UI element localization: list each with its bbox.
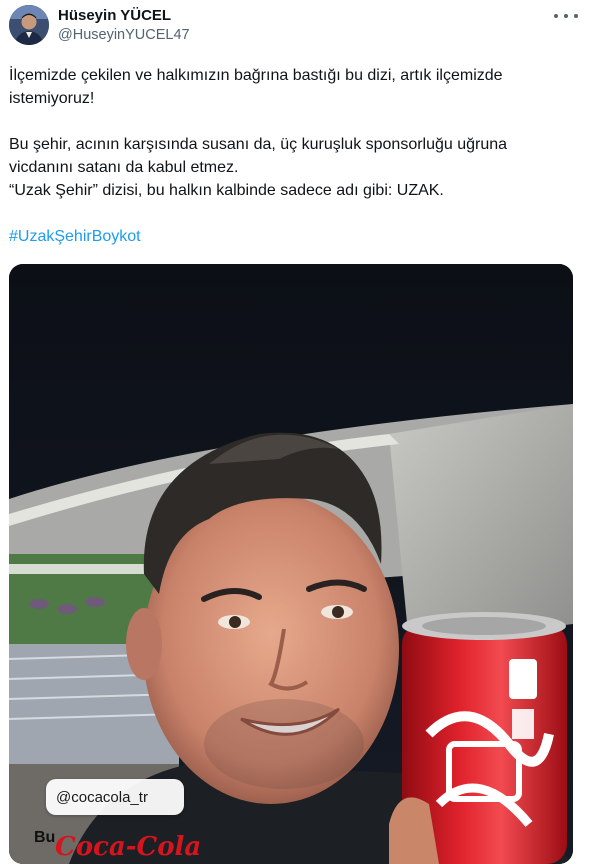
more-dot-icon xyxy=(574,14,578,18)
mention-sticker: @cocacola_tr xyxy=(46,779,184,815)
tweet-line: Bu şehir, acının karşısında susanı da, ü… xyxy=(9,136,508,153)
more-options-button[interactable] xyxy=(554,8,578,24)
tweet-line: İlçemizde çekilen ve halkımızın bağrına … xyxy=(9,67,503,84)
selfie-photo xyxy=(9,264,573,864)
tweet-line: vicdanını satanı da kabul etmez. xyxy=(9,159,239,176)
more-dot-icon xyxy=(564,14,568,18)
tweet-text: İlçemizde çekilen ve halkımızın bağrına … xyxy=(9,64,583,248)
tweet-line: istemiyoruz! xyxy=(9,90,95,107)
author-name[interactable]: Hüseyin YÜCEL xyxy=(58,7,171,24)
author-handle[interactable]: @HuseyinYUCEL47 xyxy=(58,27,190,43)
more-dot-icon xyxy=(554,14,558,18)
brand-logo-text: Coca-Cola xyxy=(55,832,202,862)
user-avatar-icon xyxy=(9,5,49,45)
photo-caption-text: Bu xyxy=(34,829,56,846)
tweet-line: “Uzak Şehir” dizisi, bu halkın kalbinde … xyxy=(9,182,444,199)
tweet-media-image[interactable] xyxy=(9,264,573,864)
mention-sticker-label: @cocacola_tr xyxy=(56,788,148,806)
hashtag-link[interactable]: #UzakŞehirBoykot xyxy=(9,228,141,245)
avatar[interactable] xyxy=(9,5,49,45)
